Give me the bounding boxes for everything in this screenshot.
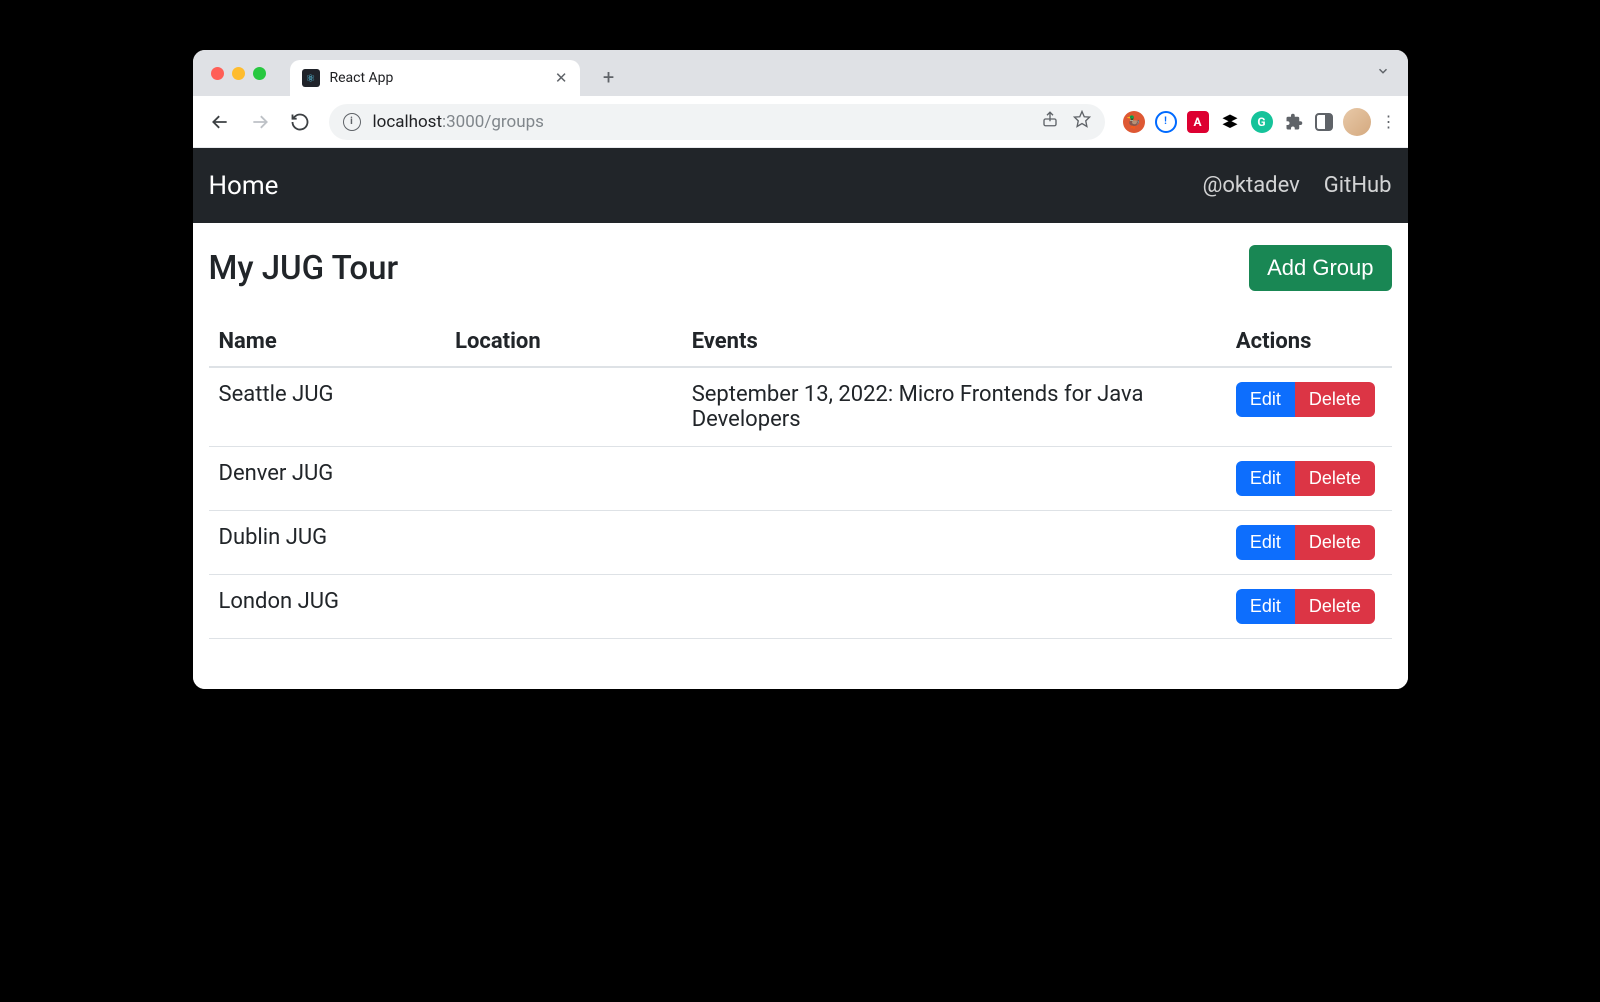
delete-button[interactable]: Delete (1295, 461, 1375, 496)
new-tab-button[interactable]: + (594, 62, 624, 92)
nav-home-link[interactable]: Home (209, 171, 279, 201)
tabs-dropdown-icon[interactable] (1376, 64, 1390, 82)
delete-button[interactable]: Delete (1295, 382, 1375, 417)
edit-button[interactable]: Edit (1236, 382, 1295, 417)
tab-title: React App (330, 70, 394, 86)
edit-button[interactable]: Edit (1236, 461, 1295, 496)
table-row: London JUG Edit Delete (209, 575, 1392, 639)
cell-events (682, 447, 1226, 511)
cell-name: Dublin JUG (209, 511, 446, 575)
traffic-lights (211, 50, 290, 96)
cell-name: Denver JUG (209, 447, 446, 511)
reload-button[interactable] (283, 105, 317, 139)
onepassword-extension-icon[interactable]: ! (1155, 111, 1177, 133)
buffer-extension-icon[interactable] (1219, 111, 1241, 133)
delete-button[interactable]: Delete (1295, 525, 1375, 560)
cell-name: London JUG (209, 575, 446, 639)
cell-actions: Edit Delete (1226, 575, 1392, 639)
add-group-button[interactable]: Add Group (1249, 245, 1391, 291)
browser-tab[interactable]: ⚛ React App ✕ (290, 60, 580, 96)
bookmark-star-icon[interactable] (1073, 110, 1091, 133)
col-location: Location (445, 317, 682, 367)
table-row: Dublin JUG Edit Delete (209, 511, 1392, 575)
duckduckgo-extension-icon[interactable]: 🦆 (1123, 111, 1145, 133)
cell-actions: Edit Delete (1226, 447, 1392, 511)
cell-location (445, 575, 682, 639)
forward-button[interactable] (243, 105, 277, 139)
window-minimize-button[interactable] (232, 67, 245, 80)
page-header: My JUG Tour Add Group (209, 245, 1392, 291)
delete-button[interactable]: Delete (1295, 589, 1375, 624)
react-favicon-icon: ⚛ (302, 69, 320, 87)
cell-location (445, 511, 682, 575)
browser-window: ⚛ React App ✕ + i localhost:3000/groups (193, 50, 1408, 689)
browser-toolbar: i localhost:3000/groups 🦆 ! A G (193, 96, 1408, 148)
col-actions: Actions (1226, 317, 1392, 367)
site-info-icon[interactable]: i (343, 113, 361, 131)
cell-events (682, 575, 1226, 639)
table-row: Seattle JUG September 13, 2022: Micro Fr… (209, 367, 1392, 447)
cell-events: September 13, 2022: Micro Frontends for … (682, 367, 1226, 447)
nav-right-links: @oktadev GitHub (1203, 173, 1392, 198)
window-close-button[interactable] (211, 67, 224, 80)
share-icon[interactable] (1041, 110, 1059, 133)
grammarly-extension-icon[interactable]: G (1251, 111, 1273, 133)
url-text: localhost:3000/groups (373, 112, 544, 132)
cell-location (445, 367, 682, 447)
page-content: My JUG Tour Add Group Name Location Even… (193, 223, 1408, 689)
nav-github-link[interactable]: GitHub (1324, 173, 1392, 198)
col-events: Events (682, 317, 1226, 367)
groups-table: Name Location Events Actions Seattle JUG… (209, 317, 1392, 639)
profile-avatar[interactable] (1343, 108, 1371, 136)
table-row: Denver JUG Edit Delete (209, 447, 1392, 511)
cell-actions: Edit Delete (1226, 511, 1392, 575)
nav-oktadev-link[interactable]: @oktadev (1203, 173, 1300, 198)
angular-extension-icon[interactable]: A (1187, 111, 1209, 133)
cell-name: Seattle JUG (209, 367, 446, 447)
cell-actions: Edit Delete (1226, 367, 1392, 447)
back-button[interactable] (203, 105, 237, 139)
edit-button[interactable]: Edit (1236, 589, 1295, 624)
browser-menu-icon[interactable]: ⋮ (1381, 112, 1398, 131)
edit-button[interactable]: Edit (1236, 525, 1295, 560)
cell-events (682, 511, 1226, 575)
side-panel-icon[interactable] (1315, 113, 1333, 131)
address-bar-actions (1041, 110, 1091, 133)
page-title: My JUG Tour (209, 249, 399, 288)
tab-strip: ⚛ React App ✕ + (193, 50, 1408, 96)
extension-icons: 🦆 ! A G ⋮ (1117, 108, 1398, 136)
cell-location (445, 447, 682, 511)
col-name: Name (209, 317, 446, 367)
window-maximize-button[interactable] (253, 67, 266, 80)
extensions-puzzle-icon[interactable] (1283, 111, 1305, 133)
app-navbar: Home @oktadev GitHub (193, 148, 1408, 223)
address-bar[interactable]: i localhost:3000/groups (329, 104, 1105, 140)
tab-close-icon[interactable]: ✕ (555, 69, 568, 87)
